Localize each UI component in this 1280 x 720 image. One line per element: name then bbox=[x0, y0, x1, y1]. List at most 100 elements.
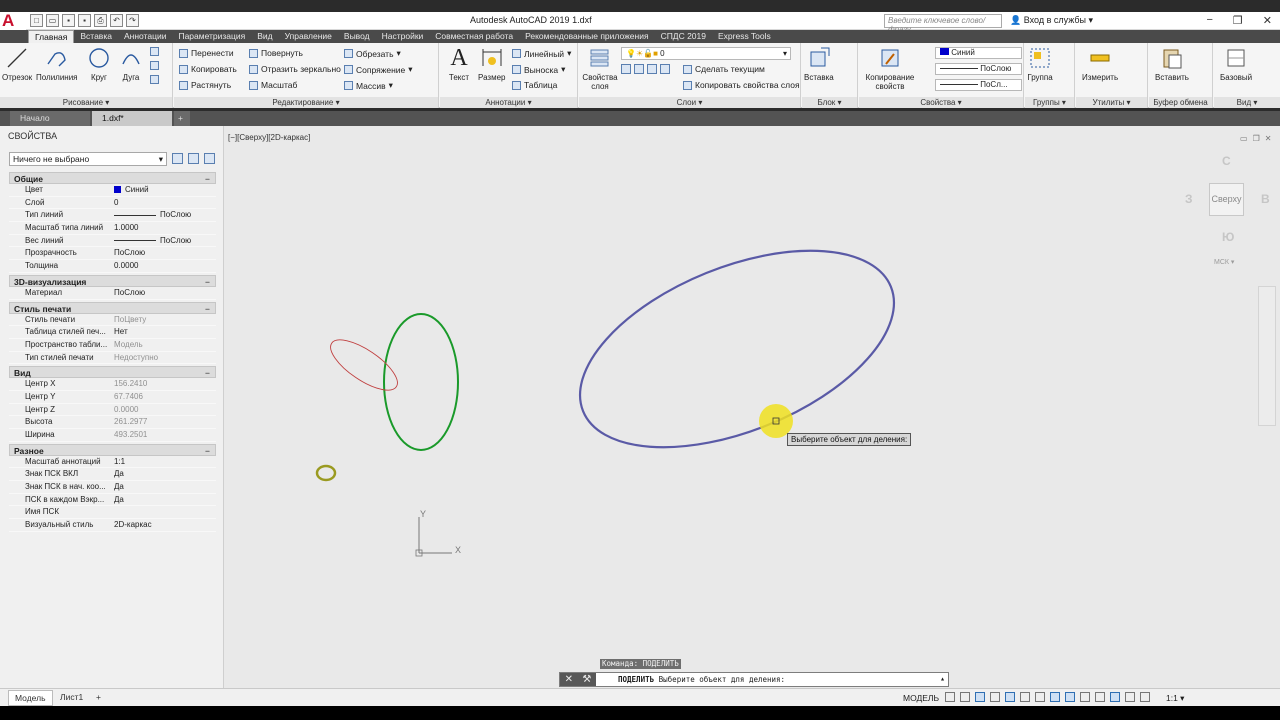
color-dropdown[interactable]: Синий bbox=[935, 47, 1022, 59]
draw-panel-label[interactable]: Рисование ▾ bbox=[0, 97, 172, 108]
property-value[interactable]: Модель bbox=[112, 339, 216, 351]
property-value[interactable]: 2D-каркас bbox=[112, 519, 216, 531]
viewcube-south[interactable]: Ю bbox=[1222, 230, 1234, 244]
property-row[interactable]: Масштаб типа линий 1.0000 bbox=[9, 222, 216, 235]
collapse-icon[interactable]: − bbox=[205, 303, 210, 315]
utilities-panel-label[interactable]: Утилиты ▾ bbox=[1076, 97, 1147, 108]
customize-icon[interactable] bbox=[1140, 692, 1150, 702]
tab-express-tools[interactable]: Express Tools bbox=[712, 30, 777, 43]
ortho-icon[interactable] bbox=[975, 692, 985, 702]
property-value[interactable]: 156.2410 bbox=[112, 378, 216, 390]
property-section-header[interactable]: Разное − bbox=[9, 443, 216, 456]
signin-button[interactable]: 👤 Вход в службы ▾ bbox=[1010, 15, 1093, 26]
selection-cycling-icon[interactable] bbox=[1065, 692, 1075, 702]
property-row[interactable]: Знак ПСК ВКЛ Да bbox=[9, 468, 216, 482]
annotation-scale-icon[interactable] bbox=[1110, 692, 1120, 702]
tab-annotate[interactable]: Аннотации bbox=[118, 30, 173, 43]
property-value[interactable]: 261.2977 bbox=[112, 416, 216, 428]
restore-icon[interactable]: ❐ bbox=[1233, 14, 1243, 27]
viewport-minimize-icon[interactable]: ▭ bbox=[1240, 134, 1248, 143]
hatch-icon[interactable] bbox=[150, 61, 159, 70]
insert-block-tool[interactable]: Вставка bbox=[804, 45, 834, 82]
property-value[interactable]: 1.0000 bbox=[112, 222, 216, 234]
rotate-button[interactable]: Повернуть bbox=[249, 48, 303, 58]
tab-home[interactable]: Главная bbox=[28, 30, 75, 43]
tab-manage[interactable]: Управление bbox=[279, 30, 338, 43]
groups-panel-label[interactable]: Группы ▾ bbox=[1025, 97, 1074, 108]
viewcube-west[interactable]: З bbox=[1185, 192, 1193, 206]
layer-lock-icon[interactable] bbox=[660, 64, 670, 74]
polar-icon[interactable] bbox=[990, 692, 1000, 702]
property-row[interactable]: Пространство табли... Модель bbox=[9, 339, 216, 352]
paste-tool[interactable]: Вставить bbox=[1155, 45, 1189, 82]
property-value[interactable]: ПоСлою bbox=[112, 287, 216, 299]
property-row[interactable]: Визуальный стиль 2D-каркас bbox=[9, 519, 216, 532]
property-row[interactable]: Вес линий ПоСлою bbox=[9, 235, 216, 248]
property-row[interactable]: Тип стилей печати Недоступно bbox=[9, 352, 216, 365]
tab-parametric[interactable]: Параметризация bbox=[172, 30, 251, 43]
property-section-header[interactable]: Общие − bbox=[9, 172, 216, 184]
measure-tool[interactable]: Измерить bbox=[1082, 45, 1118, 82]
tab-view[interactable]: Вид bbox=[251, 30, 278, 43]
doc-tab-drawing[interactable]: 1.dxf* bbox=[92, 111, 172, 126]
property-row[interactable]: Высота 261.2977 bbox=[9, 416, 216, 429]
layer-properties-tool[interactable]: Свойства слоя bbox=[581, 45, 619, 91]
mirror-button[interactable]: Отразить зеркально bbox=[249, 64, 341, 74]
redo-icon[interactable]: ↷ bbox=[126, 14, 139, 27]
line-tool[interactable]: Отрезок bbox=[2, 45, 32, 82]
property-value[interactable]: Недоступно bbox=[112, 352, 216, 364]
layout-tab-model[interactable]: Модель bbox=[8, 690, 53, 706]
property-row[interactable]: ПСК в каждом Вэкр... Да bbox=[9, 494, 216, 507]
layer-off-icon[interactable] bbox=[621, 64, 631, 74]
property-row[interactable]: Ширина 493.2501 bbox=[9, 429, 216, 442]
property-value[interactable]: 1:1 bbox=[112, 456, 216, 468]
new-icon[interactable]: □ bbox=[30, 14, 43, 27]
property-value[interactable]: Да bbox=[112, 468, 216, 480]
quick-select-icon[interactable] bbox=[204, 153, 215, 164]
close-icon[interactable]: ✕ bbox=[565, 674, 573, 685]
stretch-button[interactable]: Растянуть bbox=[179, 80, 231, 90]
property-value[interactable]: ПоСлою bbox=[112, 235, 216, 247]
tab-insert[interactable]: Вставка bbox=[74, 30, 118, 43]
tab-featured-apps[interactable]: Рекомендованные приложения bbox=[519, 30, 654, 43]
circle-tool[interactable]: Круг bbox=[86, 45, 112, 82]
property-row[interactable]: Прозрачность ПоСлою bbox=[9, 247, 216, 261]
collapse-icon[interactable]: − bbox=[205, 173, 210, 185]
property-row[interactable]: Знак ПСК в нач. коо... Да bbox=[9, 481, 216, 494]
layer-freeze-icon[interactable] bbox=[647, 64, 657, 74]
match-properties-tool[interactable]: Копирование свойств bbox=[863, 45, 917, 91]
property-value[interactable]: ПоСлою bbox=[112, 247, 216, 259]
add-layout-button[interactable]: + bbox=[90, 690, 107, 704]
property-value[interactable]: Да bbox=[112, 494, 216, 506]
block-panel-label[interactable]: Блок ▾ bbox=[802, 97, 857, 108]
move-button[interactable]: Перенести bbox=[179, 48, 234, 58]
linear-dim-button[interactable]: Линейный ▾ bbox=[512, 48, 571, 59]
property-row[interactable]: Центр Y 67.7406 bbox=[9, 391, 216, 404]
leader-button[interactable]: Выноска ▾ bbox=[512, 64, 565, 75]
layer-isolate-icon[interactable] bbox=[634, 64, 644, 74]
property-row[interactable]: Масштаб аннотаций 1:1 bbox=[9, 456, 216, 469]
undo-icon[interactable]: ↶ bbox=[110, 14, 123, 27]
model-space-toggle[interactable]: МОДЕЛЬ bbox=[903, 693, 939, 703]
navigation-bar[interactable] bbox=[1258, 286, 1276, 426]
minimize-icon[interactable]: − bbox=[1206, 14, 1212, 27]
snap-icon[interactable] bbox=[960, 692, 970, 702]
base-view-tool[interactable]: Базовый bbox=[1220, 45, 1252, 82]
array-button[interactable]: Массив ▾ bbox=[344, 80, 393, 91]
trim-button[interactable]: Обрезать ▾ bbox=[344, 48, 401, 59]
group-tool[interactable]: Группа bbox=[1027, 45, 1053, 82]
lineweight-icon[interactable] bbox=[1035, 692, 1045, 702]
property-value[interactable]: ПоЦвету bbox=[112, 314, 216, 326]
property-row[interactable]: Цвет Синий bbox=[9, 184, 216, 197]
viewcube-top-face[interactable]: Сверху bbox=[1209, 183, 1244, 216]
annotation-visibility-icon[interactable] bbox=[1080, 692, 1090, 702]
ucs-menu[interactable]: МСК ▾ bbox=[1214, 258, 1234, 266]
match-layer-button[interactable]: Копировать свойства слоя bbox=[683, 80, 800, 90]
layers-panel-label[interactable]: Слои ▾ bbox=[579, 97, 800, 108]
osnap-icon[interactable] bbox=[1005, 692, 1015, 702]
command-line[interactable]: ✕ ⚒ ПОДЕЛИТЬ Выберите объект для деления… bbox=[559, 672, 949, 687]
copy-button[interactable]: Копировать bbox=[179, 64, 237, 74]
wrench-icon[interactable]: ⚒ bbox=[582, 674, 591, 685]
property-row[interactable]: Тип линий ПоСлою bbox=[9, 209, 216, 223]
property-row[interactable]: Слой 0 bbox=[9, 197, 216, 210]
